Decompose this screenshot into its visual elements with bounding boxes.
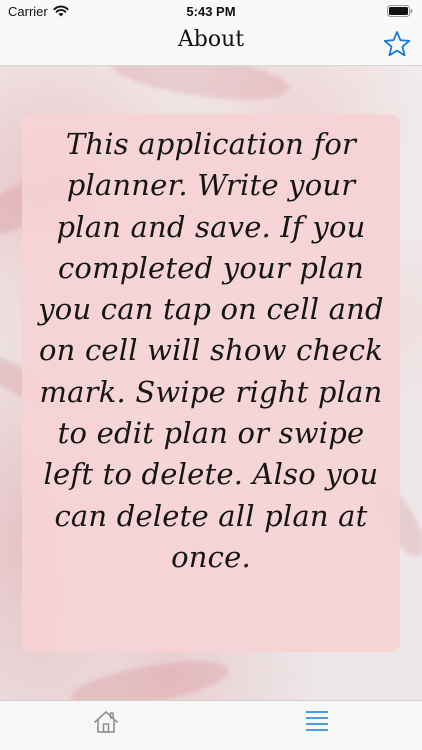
tab-home[interactable] (0, 701, 211, 750)
carrier-label: Carrier (8, 3, 48, 19)
about-screen: Carrier 5:43 PM About This application f… (0, 0, 422, 750)
page-title: About (177, 27, 245, 52)
about-description: This application for planner. Write your… (38, 127, 384, 574)
content-area: This application for planner. Write your… (0, 66, 422, 700)
wifi-icon (53, 5, 69, 17)
list-icon (305, 711, 328, 731)
tab-bar (0, 700, 422, 750)
background-brush-stroke (108, 66, 292, 109)
navigation-bar: About (0, 22, 422, 66)
about-text-card: This application for planner. Write your… (22, 114, 400, 652)
status-bar: Carrier 5:43 PM (0, 0, 422, 22)
battery-icon (387, 5, 413, 17)
favorite-button[interactable] (382, 29, 412, 59)
status-right (387, 5, 422, 17)
tab-list[interactable] (211, 701, 422, 750)
status-left: Carrier (0, 4, 69, 19)
home-icon (93, 711, 118, 733)
star-outline-icon (383, 31, 411, 57)
background-brush-stroke (68, 652, 232, 700)
